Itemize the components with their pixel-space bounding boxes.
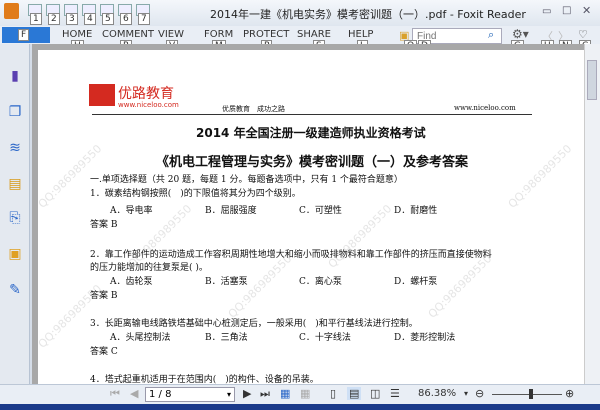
zoom-dropdown-icon[interactable]: ▾ (464, 389, 468, 398)
key-tip: F (18, 29, 30, 41)
tab-share[interactable]: SHARE (297, 29, 331, 40)
search-icon[interactable]: ⌕ (488, 28, 494, 42)
option: C．离心泵 (299, 277, 342, 287)
taskbar-strip (0, 404, 600, 410)
key-tip: 3 (66, 13, 78, 25)
last-page-button[interactable]: ⏭ (260, 387, 270, 401)
logo-url: www.niceloo.com (118, 101, 179, 109)
continuous-facing-icon[interactable]: ☰ (390, 387, 400, 400)
tab-help[interactable]: HELP (348, 29, 373, 40)
doc-title: 2014 年全国注册一级建造师执业资格考试 (196, 126, 426, 140)
single-page-icon[interactable]: ▯ (330, 387, 336, 400)
comments-icon[interactable]: ▤ (7, 176, 23, 192)
option: B．屈服强度 (205, 206, 257, 216)
tab-comment[interactable]: COMMENT (102, 29, 154, 40)
minimize-button[interactable]: ▭ (542, 6, 551, 17)
chevron-down-icon: ▾ (226, 390, 231, 399)
option: A．齿轮泵 (110, 277, 153, 287)
close-button[interactable]: ✕ (582, 4, 591, 17)
window-title: 2014年一建《机电实务》模考密训题（一）.pdf - Foxit Reader (210, 8, 526, 21)
key-tip: 6 (120, 13, 132, 25)
question-2: 2．靠工作部件的运动造成工作容积周期性地增大和缩小而吸排物料和靠工作部件的挤压而… (90, 250, 492, 260)
header-rule (92, 114, 532, 115)
option: A．头尾控制法 (110, 333, 171, 343)
option: B．三角法 (205, 333, 248, 343)
navigation-panel: ▮ ❐ ≋ ▤ ⎘ ▣ ✎ (0, 44, 30, 384)
header-slogan: 优质教育 成功之路 (222, 105, 285, 113)
app-logo-icon (4, 3, 19, 19)
option: D．耐磨性 (394, 206, 438, 216)
signature-icon[interactable]: ✎ (7, 282, 23, 298)
header-url: www.niceloo.com (454, 104, 516, 112)
tab-view[interactable]: VIEW (158, 29, 184, 40)
facing-page-icon[interactable]: ◫ (370, 387, 380, 400)
scrollbar-thumb[interactable] (587, 60, 597, 100)
key-tip: 2 (48, 13, 60, 25)
page-number-input[interactable]: 1 / 8 ▾ (145, 387, 235, 402)
answer: 答案 C (90, 347, 118, 357)
question-4: 4．塔式起重机适用于在范围内( )的构件、设备的吊装。 (90, 375, 319, 384)
section-heading: 一.单项选择题（共 20 题，每题 1 分。每题备选项中，只有 1 个最符合题意… (90, 175, 403, 185)
option: C．十字线法 (299, 333, 351, 343)
key-tip: 5 (102, 13, 114, 25)
option: B．活塞泵 (205, 277, 248, 287)
maximize-button[interactable]: □ (562, 5, 571, 16)
option: C．可塑性 (299, 206, 342, 216)
zoom-in-icon[interactable]: ⊕ (565, 387, 574, 400)
zoom-slider[interactable] (492, 394, 562, 395)
option: D．螺杆泵 (394, 277, 438, 287)
settings-icon[interactable]: ⚙▾ (512, 27, 529, 41)
question-2-cont: 的压力能增加的往复泵是( )。 (90, 263, 208, 273)
key-tip: 4 (84, 13, 96, 25)
pages-icon[interactable]: ❐ (7, 104, 23, 120)
first-page-button[interactable]: ⏮ (110, 387, 120, 401)
zoom-out-icon[interactable]: ⊖ (475, 387, 484, 400)
tab-file[interactable]: F (2, 27, 50, 43)
tab-form[interactable]: FORM (204, 29, 233, 40)
title-bar: 1 2 3 4 5 6 7 2014年一建《机电实务》模考密训题（一）.pdf … (0, 0, 600, 26)
attachment-icon[interactable]: ⎘ (7, 210, 23, 226)
continuous-page-icon[interactable]: ▤ (347, 387, 362, 400)
option: D．菱形控制法 (394, 333, 456, 343)
layers-icon[interactable]: ≋ (7, 140, 23, 156)
logo-badge (89, 84, 115, 106)
tab-home[interactable]: HOME (62, 29, 92, 40)
logo-text: 优路教育 (118, 86, 174, 102)
watermark: QQ:986989550 (505, 142, 575, 211)
key-tip: 1 (30, 13, 42, 25)
zoom-slider-handle[interactable] (528, 389, 533, 399)
zoom-level[interactable]: 86.38% (418, 388, 456, 399)
page-number: 1 / 8 (149, 389, 172, 400)
prev-page-button[interactable]: ◀ (130, 387, 138, 400)
answer: 答案 B (90, 220, 118, 230)
next-page-button[interactable]: ▶ (243, 387, 251, 400)
previous-view-icon[interactable]: ▦ (280, 387, 290, 400)
question-1: 1．碳素结构钢按照( )的下限值将其分为四个级别。 (90, 189, 301, 199)
option: A．导电率 (110, 206, 153, 216)
tab-protect[interactable]: PROTECT (243, 29, 289, 40)
doc-subtitle: 《机电工程管理与实务》模考密训题（一）及参考答案 (156, 155, 469, 170)
pdf-page: 优路教育 www.niceloo.com 优质教育 成功之路 www.nicel… (38, 50, 584, 384)
answer: 答案 B (90, 291, 118, 301)
bookmark-icon[interactable]: ▮ (7, 68, 23, 84)
key-tip: 7 (138, 13, 150, 25)
question-3: 3．长距离输电线路铁塔基础中心桩测定后，一般采用( )和平行基线法进行控制。 (90, 319, 418, 329)
next-view-icon[interactable]: ▦ (300, 387, 310, 400)
security-lock-icon[interactable]: ▣ (7, 246, 23, 262)
